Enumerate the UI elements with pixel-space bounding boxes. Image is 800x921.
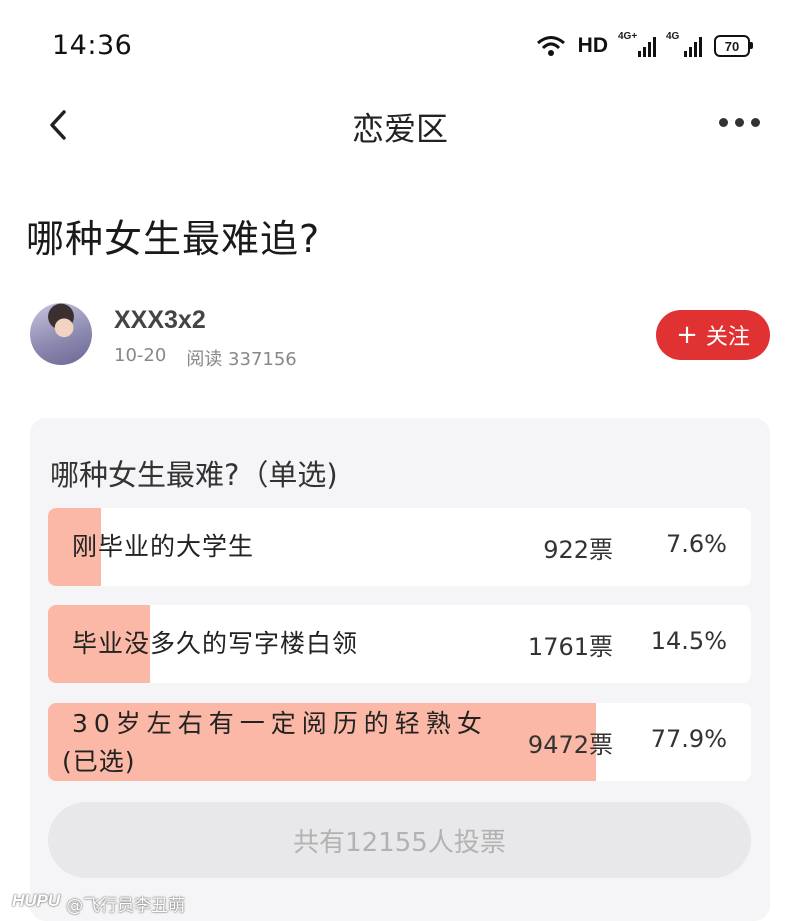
poll-option-label: 30岁左右有一定阅历的轻熟女: [72, 709, 488, 738]
selected-note: (已选): [62, 747, 136, 776]
status-time: 14:36: [52, 30, 133, 61]
poll-option-percent: 77.9%: [650, 725, 727, 753]
poll-option-votes: 922票: [543, 536, 613, 564]
page-title: 恋爱区: [351, 110, 448, 148]
post-title: 哪种女生最难追?: [26, 217, 321, 261]
poll-option-percent: 7.6%: [666, 530, 727, 558]
poll-option-label: 毕业没多久的写字楼白领: [72, 629, 359, 658]
more-options-icon[interactable]: [713, 112, 766, 133]
wifi-icon: [536, 36, 565, 56]
watermark-handle: @飞行员李丑萌: [66, 896, 186, 916]
post-meta: 10-20 阅读 337156: [114, 345, 297, 371]
poll-option-3-selected[interactable]: 30岁左右有一定阅历的轻熟女 (已选) 9472票 77.9%: [48, 703, 751, 781]
plus-icon: +: [676, 320, 698, 350]
battery-icon: 70: [714, 35, 753, 57]
total-votes-button: 共有12155人投票: [48, 802, 751, 878]
author-name[interactable]: XXX3x2: [114, 306, 206, 335]
poll-option-1[interactable]: 刚毕业的大学生 922票 7.6%: [48, 508, 751, 586]
avatar[interactable]: [30, 303, 92, 365]
signal-icon-2: 4G: [666, 31, 702, 57]
poll-option-2[interactable]: 毕业没多久的写字楼白领 1761票 14.5%: [48, 605, 751, 683]
follow-label: 关注: [705, 325, 750, 350]
read-count: 阅读 337156: [186, 349, 297, 370]
poll-question: 哪种女生最难?（单选): [50, 458, 338, 492]
poll-option-votes: 9472票: [527, 731, 613, 759]
post-date: 10-20: [114, 345, 167, 366]
follow-button[interactable]: + 关注: [656, 310, 770, 360]
watermark: HUPU @飞行员李丑萌: [12, 891, 185, 916]
signal-icon-1: 4G+: [618, 31, 656, 57]
hd-indicator: HD: [577, 34, 608, 57]
poll-option-label: 刚毕业的大学生: [72, 532, 255, 561]
watermark-brand: HUPU: [12, 891, 61, 910]
back-arrow-icon[interactable]: [44, 108, 74, 142]
status-icons: HD 4G+ 4G 70: [536, 31, 753, 58]
poll-option-votes: 1761票: [527, 633, 613, 661]
poll-option-percent: 14.5%: [650, 627, 727, 655]
